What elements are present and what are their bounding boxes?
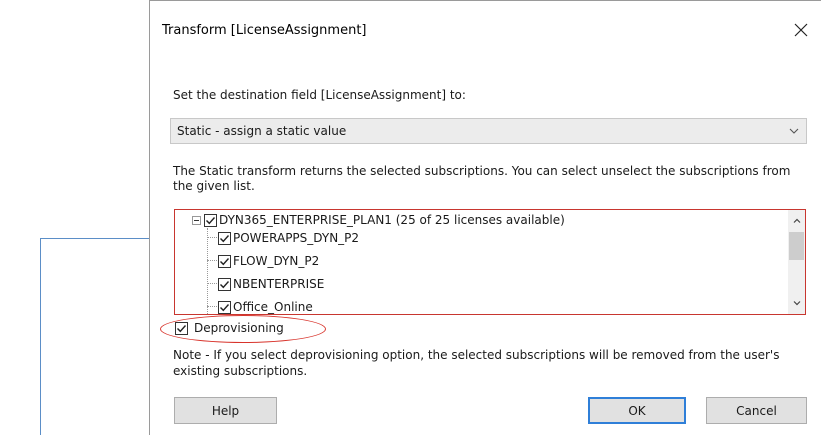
ok-button[interactable]: OK <box>588 397 686 424</box>
tree-item-label: NBENTERPRISE <box>233 277 325 291</box>
deprovisioning-note: Note - If you select deprovisioning opti… <box>173 348 780 378</box>
tree-item-label: POWERAPPS_DYN_P2 <box>233 231 360 245</box>
checkmark-icon <box>220 234 230 242</box>
checkmark-icon <box>220 257 230 265</box>
tree-item-flow[interactable]: FLOW_DYN_P2 <box>218 252 319 270</box>
scroll-down-button[interactable] <box>788 294 805 311</box>
scroll-up-button[interactable] <box>788 212 805 229</box>
chevron-down-icon <box>789 128 799 134</box>
tree-item-root[interactable]: DYN365_ENTERPRISE_PLAN1 (25 of 25 licens… <box>192 211 565 229</box>
transform-type-value: Static - assign a static value <box>177 124 347 138</box>
deprovisioning-label: Deprovisioning <box>194 321 284 335</box>
tree-item-powerapps[interactable]: POWERAPPS_DYN_P2 <box>218 229 359 247</box>
root-checkbox[interactable] <box>204 213 217 227</box>
tree-item-label: DYN365_ENTERPRISE_PLAN1 (25 of 25 licens… <box>219 213 565 227</box>
transform-type-select[interactable]: Static - assign a static value <box>170 118 807 144</box>
checkmark-icon <box>220 303 230 311</box>
deprovisioning-option[interactable]: Deprovisioning <box>175 321 284 335</box>
checkmark-icon <box>206 216 216 224</box>
subscriptions-tree: DYN365_ENTERPRISE_PLAN1 (25 of 25 licens… <box>174 209 806 315</box>
destination-prompt: Set the destination field [LicenseAssign… <box>173 88 466 102</box>
cancel-button[interactable]: Cancel <box>706 397 807 424</box>
collapse-icon[interactable] <box>192 215 201 225</box>
tree-item-label: Office_Online <box>233 300 313 314</box>
chevron-down-icon <box>793 300 800 305</box>
item-checkbox[interactable] <box>218 277 231 291</box>
annotation-line-vertical <box>40 238 41 435</box>
scroll-thumb[interactable] <box>789 232 804 260</box>
tree-item-office-online[interactable]: Office_Online <box>218 298 313 314</box>
tree-scrollbar[interactable] <box>788 210 805 314</box>
item-checkbox[interactable] <box>218 231 231 245</box>
item-checkbox[interactable] <box>218 254 231 268</box>
item-checkbox[interactable] <box>218 300 231 314</box>
close-icon <box>794 23 808 37</box>
deprovisioning-checkbox[interactable] <box>175 321 188 335</box>
checkmark-icon <box>177 324 187 332</box>
tree-item-nbenterprise[interactable]: NBENTERPRISE <box>218 275 324 293</box>
close-button[interactable] <box>781 15 821 45</box>
transform-dialog: Transform [LicenseAssignment] Set the de… <box>149 0 821 435</box>
dialog-title: Transform [LicenseAssignment] <box>162 23 367 38</box>
chevron-up-icon <box>793 218 800 223</box>
subscriptions-tree-content: DYN365_ENTERPRISE_PLAN1 (25 of 25 licens… <box>175 210 787 314</box>
checkmark-icon <box>220 280 230 288</box>
tree-item-label: FLOW_DYN_P2 <box>233 254 320 268</box>
static-transform-description: The Static transform returns the selecte… <box>173 164 791 193</box>
help-button[interactable]: Help <box>174 397 277 424</box>
